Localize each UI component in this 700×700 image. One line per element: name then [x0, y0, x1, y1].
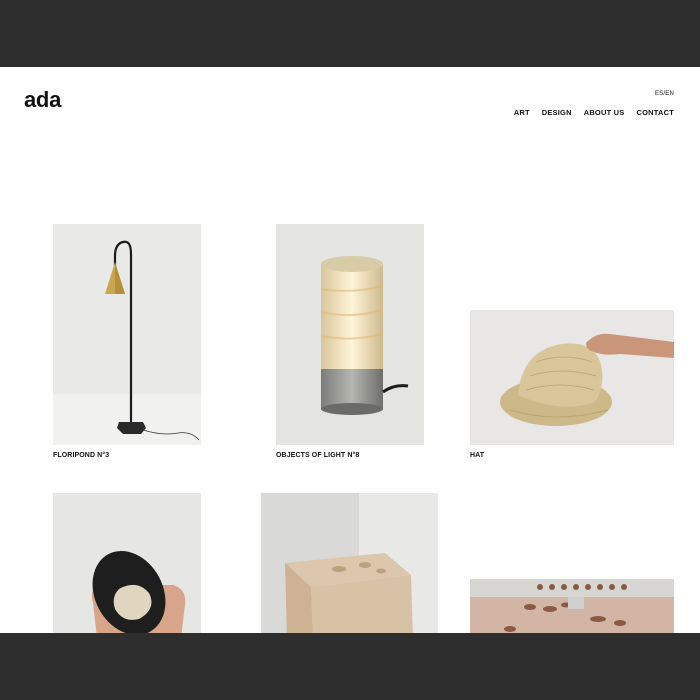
site-logo[interactable]: ada	[24, 88, 61, 112]
nav-item-about-us[interactable]: ABOUT US	[584, 108, 625, 117]
website-viewport: ada ES/EN ART DESIGN ABOUT US CONTACT FL	[0, 67, 700, 633]
nav-item-design[interactable]: DESIGN	[542, 108, 572, 117]
onyx-lamp-image[interactable]	[276, 224, 424, 445]
nav-item-art[interactable]: ART	[514, 108, 530, 117]
stone-object-image[interactable]	[53, 493, 201, 633]
gallery-caption[interactable]: HAT	[470, 452, 484, 459]
marble-stool-image[interactable]	[261, 493, 438, 633]
nav-item-contact[interactable]: CONTACT	[636, 108, 674, 117]
gallery-caption[interactable]: OBJECTS OF LIGHT N°8	[276, 452, 359, 459]
gallery-caption[interactable]: FLORIPOND N°3	[53, 452, 109, 459]
main-nav: ART DESIGN ABOUT US CONTACT	[514, 108, 674, 117]
woven-hat-image[interactable]	[470, 310, 674, 445]
floor-lamp-image[interactable]	[53, 224, 201, 445]
table-object-image[interactable]	[470, 579, 674, 633]
language-switch[interactable]: ES/EN	[655, 91, 674, 97]
